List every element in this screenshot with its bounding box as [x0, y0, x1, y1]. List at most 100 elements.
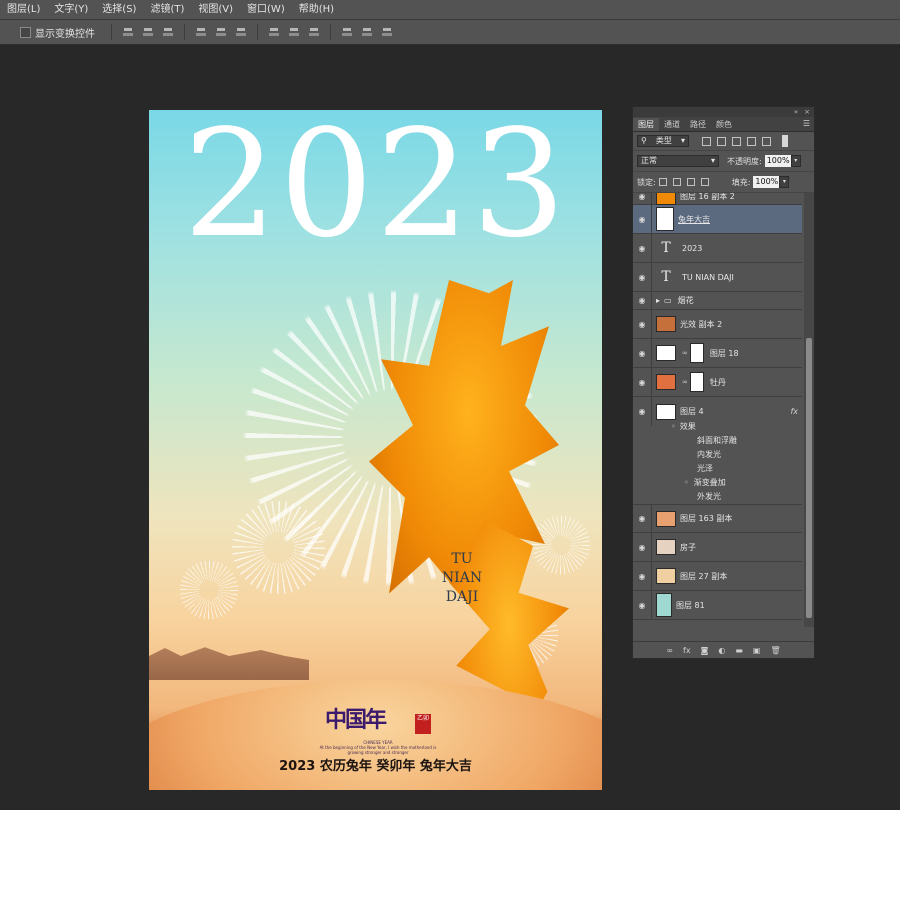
visibility-eye-icon[interactable]: ◉ [633, 215, 651, 224]
scrollbar-thumb[interactable] [806, 338, 812, 618]
menu-layer[interactable]: 图层(L) [0, 0, 47, 19]
visibility-eye-icon[interactable]: ◦ [671, 422, 676, 431]
pixel-filter-icon[interactable] [702, 136, 711, 146]
align-top-icon[interactable] [122, 27, 134, 38]
align-right-icon[interactable] [235, 27, 247, 38]
opacity-field[interactable]: 100% [764, 155, 791, 167]
menu-bar: 图层(L) 文字(Y) 选择(S) 滤镜(T) 视图(V) 窗口(W) 帮助(H… [0, 0, 900, 20]
distribute-bottom-icon[interactable] [308, 27, 320, 38]
layer-filter-row: ⚲ 类型 ▾ [633, 132, 814, 151]
layer-row[interactable]: ◉ 图层 27 副本 [633, 562, 802, 591]
tab-layers[interactable]: 图层 [633, 118, 659, 131]
effect-row[interactable]: ◦ 渐变叠加 [633, 475, 802, 489]
shape-filter-icon[interactable] [747, 136, 756, 146]
panel-titlebar[interactable]: « × [633, 107, 814, 117]
visibility-eye-icon[interactable]: ◉ [633, 543, 651, 552]
visibility-eye-icon[interactable]: ◉ [633, 601, 651, 610]
tab-color[interactable]: 颜色 [711, 118, 737, 131]
red-seal: 乙卯 [415, 714, 431, 734]
distribute-hcenter-icon[interactable] [361, 27, 373, 38]
distribute-top-icon[interactable] [268, 27, 280, 38]
effect-name: 渐变叠加 [693, 477, 726, 487]
layer-row[interactable]: ◉ 图层 16 副本 2 [633, 193, 802, 205]
menu-select[interactable]: 选择(S) [95, 0, 143, 19]
align-vcenter-icon[interactable] [142, 27, 154, 38]
menu-type[interactable]: 文字(Y) [47, 0, 95, 19]
layers-scrollbar[interactable] [804, 193, 814, 627]
adjustment-filter-icon[interactable] [717, 136, 726, 146]
link-layers-icon[interactable]: ∞ [666, 646, 673, 655]
distribute-right-icon[interactable] [381, 27, 393, 38]
menu-view[interactable]: 视图(V) [191, 0, 240, 19]
align-left-icon[interactable] [195, 27, 207, 38]
lock-transparency-icon[interactable] [658, 178, 667, 186]
filter-kind-dropdown[interactable]: ⚲ 类型 ▾ [637, 135, 689, 147]
effect-row[interactable]: 外发光 [633, 489, 802, 503]
effect-row[interactable]: 斜面和浮雕 [633, 433, 802, 447]
filter-toggle[interactable] [782, 135, 788, 147]
link-icon[interactable]: ∞ [682, 378, 688, 386]
visibility-eye-icon[interactable]: ◉ [633, 572, 651, 581]
adjustment-layer-icon[interactable]: ◐ [718, 646, 725, 655]
effect-row[interactable]: 光泽 [633, 461, 802, 475]
layer-row[interactable]: ◉ T 2023 [633, 234, 802, 263]
lock-pixels-icon[interactable] [672, 178, 681, 186]
smart-object-filter-icon[interactable] [762, 136, 771, 146]
visibility-eye-icon[interactable]: ◉ [633, 296, 651, 305]
fill-dropdown-icon[interactable]: ▾ [779, 176, 790, 188]
visibility-eye-icon[interactable]: ◉ [633, 407, 651, 416]
fill-field[interactable]: 100% [753, 176, 780, 188]
visibility-eye-icon[interactable]: ◉ [633, 193, 651, 201]
tab-paths[interactable]: 路径 [685, 118, 711, 131]
link-icon[interactable]: ∞ [682, 349, 688, 357]
collapse-icon[interactable]: « [794, 107, 798, 117]
fx-badge[interactable]: fx [790, 407, 798, 416]
layer-row[interactable]: ◉ ∞ 图层 18 [633, 339, 802, 368]
layer-row[interactable]: ◉ T TU NIAN DAJI [633, 263, 802, 292]
visibility-eye-icon[interactable]: ◉ [633, 349, 651, 358]
visibility-eye-icon[interactable]: ◉ [633, 320, 651, 329]
add-mask-icon[interactable]: ◙ [701, 646, 709, 655]
lock-all-icon[interactable] [700, 178, 709, 186]
effect-row[interactable]: 内发光 [633, 447, 802, 461]
visibility-eye-icon[interactable]: ◉ [633, 378, 651, 387]
align-hcenter-icon[interactable] [215, 27, 227, 38]
new-group-icon[interactable]: ▬ [735, 646, 743, 655]
add-style-icon[interactable]: fx [683, 646, 691, 655]
layer-row[interactable]: ◉ 图层 163 副本 [633, 504, 802, 533]
effects-header[interactable]: ◦ 效果 [633, 419, 802, 433]
trash-icon[interactable]: 🗑 [770, 646, 780, 655]
close-icon[interactable]: × [804, 107, 810, 117]
document-canvas[interactable]: 2023 TU NIAN DAJI 中国年 乙卯 CHINESE YEAR At… [149, 110, 602, 790]
show-transform-checkbox[interactable] [20, 26, 31, 38]
layer-row[interactable]: ◉ 房子 [633, 533, 802, 562]
lock-position-icon[interactable] [686, 178, 695, 186]
layer-name: 图层 4 [680, 407, 704, 416]
visibility-eye-icon[interactable]: ◦ [684, 478, 689, 487]
align-bottom-icon[interactable] [162, 27, 174, 38]
poster-year: 2023 [183, 110, 568, 270]
menu-help[interactable]: 帮助(H) [292, 0, 341, 19]
visibility-eye-icon[interactable]: ◉ [633, 273, 651, 282]
layer-row[interactable]: ◉ ▸ ▭ 烟花 [633, 292, 802, 310]
layers-list: ◉ 图层 16 副本 2 ◉ 兔年大吉 ◉ T 2023 ◉ T TU NIAN… [633, 193, 814, 627]
visibility-eye-icon[interactable]: ◉ [633, 244, 651, 253]
blend-mode-dropdown[interactable]: 正常 ▾ [637, 155, 719, 167]
tab-channels[interactable]: 通道 [659, 118, 685, 131]
expand-arrow-icon[interactable]: ▸ [656, 296, 660, 305]
opacity-dropdown-icon[interactable]: ▾ [790, 155, 801, 167]
layer-row[interactable]: ◉ ∞ 牡丹 [633, 368, 802, 397]
visibility-eye-icon[interactable]: ◉ [633, 514, 651, 523]
menu-window[interactable]: 窗口(W) [240, 0, 292, 19]
layer-row[interactable]: ◉ 图层 81 [633, 591, 802, 620]
type-filter-icon[interactable] [732, 136, 741, 146]
layer-row[interactable]: ◉ 兔年大吉 [633, 205, 802, 234]
new-layer-icon[interactable]: ▣ [753, 646, 761, 655]
panel-menu-icon[interactable]: ☰ [803, 117, 810, 131]
layer-row[interactable]: ◉ 光效 副本 2 [633, 310, 802, 339]
panel-tabs: 图层 通道 路径 颜色 ☰ [633, 117, 814, 132]
distribute-left-icon[interactable] [341, 27, 353, 38]
distribute-vcenter-icon[interactable] [288, 27, 300, 38]
effects-label: 效果 [679, 421, 696, 431]
menu-filter[interactable]: 滤镜(T) [143, 0, 191, 19]
